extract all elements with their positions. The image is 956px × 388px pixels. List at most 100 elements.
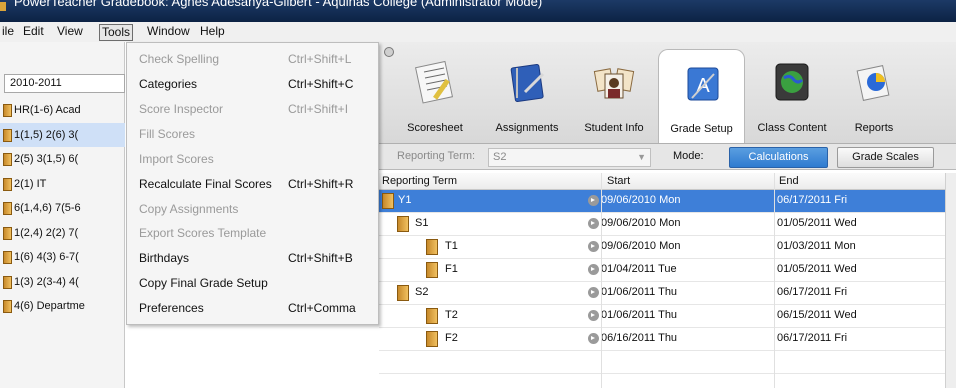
menu-tools[interactable]: Tools bbox=[99, 24, 134, 41]
menu-item-copy-assignments[interactable]: Copy Assignments bbox=[127, 197, 378, 221]
class-content-button[interactable]: Class Content bbox=[749, 48, 835, 142]
class-item[interactable]: 2(5) 3(1,5) 6( bbox=[0, 147, 125, 172]
table-row[interactable]: Y1 09/06/2010 Mon 06/17/2011 Fri bbox=[379, 190, 945, 213]
end-cell: 01/05/2011 Wed bbox=[777, 263, 857, 275]
menu-item-shortcut: Ctrl+Shift+R bbox=[288, 177, 354, 191]
grade-scales-button[interactable]: Grade Scales bbox=[837, 147, 934, 168]
go-arrow-icon[interactable] bbox=[588, 310, 599, 321]
go-arrow-icon[interactable] bbox=[588, 264, 599, 275]
menu-item-categories[interactable]: Categories Ctrl+Shift+C bbox=[127, 72, 378, 96]
folder-icon bbox=[3, 128, 12, 142]
folder-icon bbox=[3, 153, 12, 166]
end-cell: 01/05/2011 Wed bbox=[777, 217, 857, 229]
term-cell: T2 bbox=[445, 309, 458, 321]
go-arrow-icon[interactable] bbox=[588, 218, 599, 229]
menu-bar: ile Edit View Tools Window Help bbox=[0, 22, 956, 42]
table-row[interactable]: S1 09/06/2010 Mon 01/05/2011 Wed bbox=[379, 213, 945, 236]
reports-label: Reports bbox=[854, 122, 894, 134]
main-toolbar: Scoresheet Assignments Student Info A bbox=[379, 42, 956, 144]
table-header: Reporting Term Start End bbox=[379, 173, 945, 190]
reports-button[interactable]: Reports bbox=[839, 48, 909, 142]
class-sidebar: 2010-2011 HR(1-6) Acad 1(1,5) 2(6) 3( 2(… bbox=[0, 42, 125, 388]
menu-item-recalculate-final-scores[interactable]: Recalculate Final Scores Ctrl+Shift+R bbox=[127, 172, 378, 196]
student-info-button[interactable]: Student Info bbox=[574, 48, 654, 142]
folder-icon bbox=[397, 216, 409, 232]
menu-item-copy-final-grade-setup[interactable]: Copy Final Grade Setup bbox=[127, 271, 378, 295]
folder-icon bbox=[3, 104, 12, 117]
menu-view[interactable]: View bbox=[55, 24, 85, 41]
class-item-label: 2(5) 3(1,5) 6( bbox=[14, 153, 79, 165]
start-cell: 09/06/2010 Mon bbox=[601, 194, 681, 206]
table-row-empty bbox=[379, 351, 945, 374]
grade-setup-label: Grade Setup bbox=[670, 123, 733, 135]
class-item-label: 1(6) 4(3) 6-7( bbox=[14, 251, 79, 263]
class-item[interactable]: HR(1-6) Acad bbox=[0, 98, 125, 123]
end-cell: 06/17/2011 Fri bbox=[777, 286, 848, 298]
table-row-empty bbox=[379, 374, 945, 388]
col-header-end[interactable]: End bbox=[779, 175, 799, 187]
class-item[interactable]: 1(6) 4(3) 6-7( bbox=[0, 245, 125, 270]
col-header-term[interactable]: Reporting Term bbox=[382, 175, 457, 187]
go-arrow-icon[interactable] bbox=[588, 287, 599, 298]
column-gridline bbox=[774, 173, 775, 388]
start-cell: 01/06/2011 Thu bbox=[601, 286, 678, 298]
menu-item-check-spelling[interactable]: Check Spelling Ctrl+Shift+L bbox=[127, 47, 378, 71]
class-list: HR(1-6) Acad 1(1,5) 2(6) 3( 2(5) 3(1,5) … bbox=[0, 98, 125, 319]
class-item[interactable]: 1(2,4) 2(2) 7( bbox=[0, 221, 125, 246]
assignments-label: Assignments bbox=[495, 122, 559, 134]
menu-item-import-scores[interactable]: Import Scores bbox=[127, 147, 378, 171]
menu-help[interactable]: Help bbox=[198, 24, 227, 41]
menu-item-score-inspector[interactable]: Score Inspector Ctrl+Shift+I bbox=[127, 97, 378, 121]
menu-item-fill-scores[interactable]: Fill Scores bbox=[127, 122, 378, 146]
table-row[interactable]: F1 01/04/2011 Tue 01/05/2011 Wed bbox=[379, 259, 945, 282]
menu-item-preferences[interactable]: Preferences Ctrl+Comma bbox=[127, 296, 378, 320]
table-row[interactable]: T1 09/06/2010 Mon 01/03/2011 Mon bbox=[379, 236, 945, 259]
col-header-start[interactable]: Start bbox=[607, 175, 630, 187]
menu-item-birthdays[interactable]: Birthdays Ctrl+Shift+B bbox=[127, 246, 378, 270]
class-item[interactable]: 4(6) Departme bbox=[0, 294, 125, 319]
scoresheet-button[interactable]: Scoresheet bbox=[399, 48, 471, 142]
app-icon bbox=[0, 2, 6, 11]
term-cell: S2 bbox=[415, 286, 429, 298]
term-cell: Y1 bbox=[398, 194, 412, 206]
menu-item-shortcut: Ctrl+Shift+C bbox=[288, 77, 354, 91]
class-item-label: HR(1-6) Acad bbox=[14, 104, 81, 116]
assignments-icon bbox=[510, 63, 545, 103]
folder-icon bbox=[426, 331, 438, 347]
table-row[interactable]: T2 01/06/2011 Thu 06/15/2011 Wed bbox=[379, 305, 945, 328]
go-arrow-icon[interactable] bbox=[588, 241, 599, 252]
calculations-button[interactable]: Calculations bbox=[729, 147, 828, 168]
grade-setup-button[interactable]: A Grade Setup bbox=[658, 49, 745, 143]
reporting-term-select[interactable]: S2 ▼ bbox=[488, 148, 651, 167]
go-arrow-icon[interactable] bbox=[588, 333, 599, 344]
folder-icon bbox=[3, 275, 12, 289]
term-cell: F1 bbox=[445, 263, 458, 275]
end-cell: 06/17/2011 Fri bbox=[777, 332, 848, 344]
class-item[interactable]: 6(1,4,6) 7(5-6 bbox=[0, 196, 125, 221]
term-select[interactable]: 2010-2011 bbox=[4, 74, 125, 93]
folder-icon bbox=[397, 285, 409, 301]
go-arrow-icon[interactable] bbox=[588, 195, 599, 206]
assignments-button[interactable]: Assignments bbox=[487, 48, 567, 142]
folder-icon bbox=[426, 308, 438, 324]
menu-file[interactable]: ile bbox=[0, 24, 16, 41]
class-item[interactable]: 1(1,5) 2(6) 3( bbox=[0, 122, 125, 147]
class-item[interactable]: 1(3) 2(3-4) 4( bbox=[0, 270, 125, 295]
menu-item-label: Fill Scores bbox=[139, 127, 196, 141]
table-scrollbar[interactable] bbox=[945, 173, 956, 388]
menu-item-export-scores-template[interactable]: Export Scores Template bbox=[127, 221, 378, 245]
table-row[interactable]: S2 01/06/2011 Thu 06/17/2011 Fri bbox=[379, 282, 945, 305]
mode-label: Mode: bbox=[673, 150, 704, 162]
table-row[interactable]: F2 06/16/2011 Thu 06/17/2011 Fri bbox=[379, 328, 945, 351]
main-panel: Scoresheet Assignments Student Info A bbox=[379, 42, 956, 388]
term-cell: S1 bbox=[415, 217, 429, 229]
menu-window[interactable]: Window bbox=[145, 24, 192, 41]
menu-item-label: Preferences bbox=[139, 301, 204, 315]
menu-item-shortcut: Ctrl+Comma bbox=[288, 301, 356, 315]
column-gridline bbox=[601, 173, 602, 388]
menu-item-shortcut: Ctrl+Shift+I bbox=[288, 102, 349, 116]
class-item[interactable]: 2(1) IT bbox=[0, 172, 125, 197]
menu-item-label: Recalculate Final Scores bbox=[139, 177, 272, 191]
collapse-icon[interactable] bbox=[384, 47, 394, 57]
menu-edit[interactable]: Edit bbox=[21, 24, 46, 41]
